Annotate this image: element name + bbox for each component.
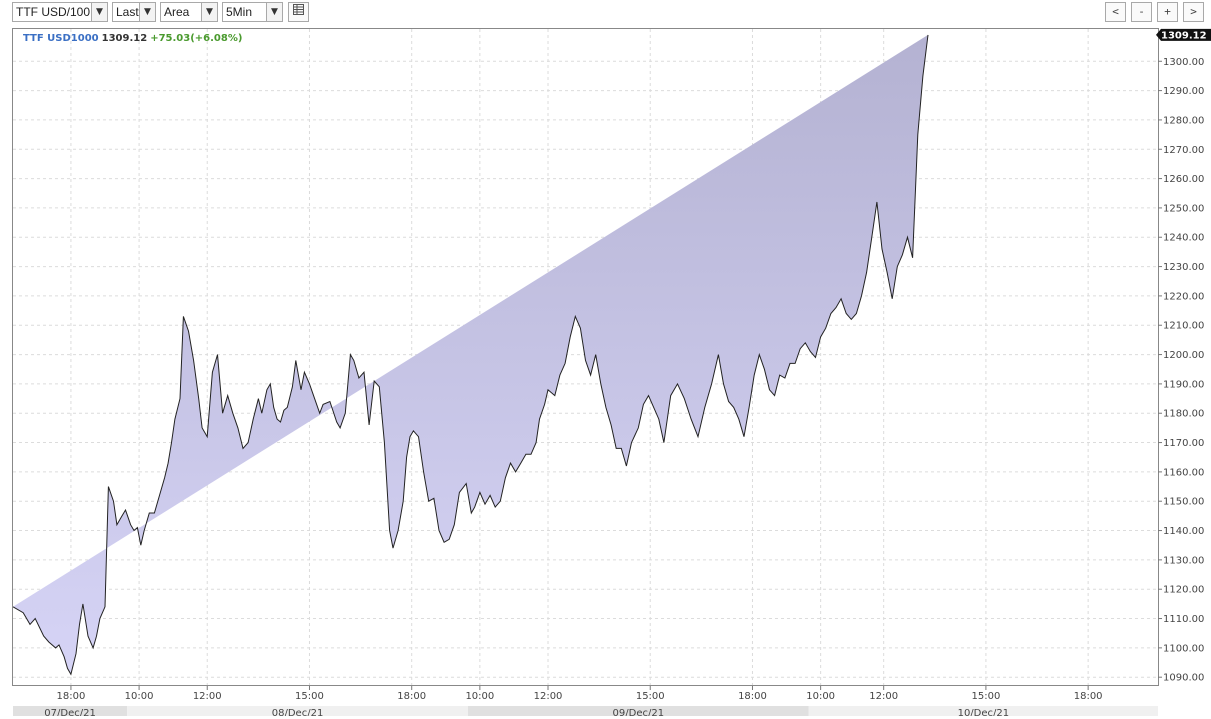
zoom-out-button[interactable]: -	[1131, 2, 1152, 22]
x-tick-label: 12:00	[869, 691, 898, 702]
y-tick-label: 1220.00	[1163, 291, 1204, 302]
date-label: 09/Dec/21	[613, 708, 665, 716]
y-tick-label: 1210.00	[1163, 321, 1204, 332]
y-tick-label: 1130.00	[1163, 555, 1204, 566]
zoom-in-button[interactable]: +	[1157, 2, 1178, 22]
x-tick-label: 10:00	[465, 691, 494, 702]
y-tick-label: 1100.00	[1163, 643, 1204, 654]
chevron-down-icon[interactable]: ▼	[139, 3, 155, 21]
x-tick-label: 18:00	[397, 691, 426, 702]
x-tick-label: 12:00	[193, 691, 222, 702]
price-field-value: Last	[116, 5, 139, 19]
y-tick-label: 1270.00	[1163, 145, 1204, 156]
legend-change: +75.03(+6.08%)	[150, 33, 243, 44]
y-tick-label: 1230.00	[1163, 262, 1204, 273]
x-tick-label: 15:00	[636, 691, 665, 702]
date-label: 07/Dec/21	[44, 708, 96, 716]
price-area	[13, 34, 928, 675]
y-tick-label: 1160.00	[1163, 467, 1204, 478]
scroll-right-button[interactable]: >	[1183, 2, 1204, 22]
x-tick-label: 18:00	[738, 691, 767, 702]
y-tick-label: 1180.00	[1163, 409, 1204, 420]
symbol-select-value: TTF USD/100	[16, 5, 91, 19]
interval-value: 5Min	[226, 5, 253, 19]
chart-area[interactable]: 1090.00 1100.00 1110.00 1120.00 1130.00 1140.…	[0, 28, 1211, 719]
y-tick-label: 1110.00	[1163, 614, 1204, 625]
y-tick-label: 1250.00	[1163, 203, 1204, 214]
y-tick-label: 1140.00	[1163, 526, 1204, 537]
legend-last-price: 1309.12	[101, 33, 148, 44]
chart-style-value: Area	[164, 5, 190, 19]
y-tick-label: 1280.00	[1163, 115, 1204, 126]
y-tick-label: 1300.00	[1163, 57, 1204, 68]
y-tick-label: 1260.00	[1163, 174, 1204, 185]
chart-legend: TTF USD1000 1309.12 +75.03(+6.08%)	[23, 33, 242, 44]
x-tick-label: 10:00	[806, 691, 835, 702]
last-price-label: 1309.12	[1161, 30, 1207, 41]
date-label: 10/Dec/21	[958, 708, 1010, 716]
interval-select[interactable]: 5Min ▼	[222, 2, 283, 22]
table-icon	[293, 4, 304, 15]
date-axis: 07/Dec/21 08/Dec/21 09/Dec/21 10/Dec/21	[13, 706, 1158, 719]
y-tick-label: 1120.00	[1163, 585, 1204, 596]
scroll-left-button[interactable]: <	[1105, 2, 1126, 22]
y-tick-label: 1190.00	[1163, 379, 1204, 390]
chart-style-select[interactable]: Area ▼	[160, 2, 218, 22]
table-view-button[interactable]	[288, 2, 309, 22]
price-chart[interactable]: 1090.00 1100.00 1110.00 1120.00 1130.00 1140.…	[0, 28, 1211, 719]
date-label: 08/Dec/21	[272, 708, 324, 716]
x-tick-label: 10:00	[125, 691, 154, 702]
last-price-marker: 1309.12	[1156, 28, 1211, 41]
chevron-down-icon[interactable]: ▼	[201, 3, 217, 21]
chevron-down-icon[interactable]: ▼	[266, 3, 282, 21]
x-axis: 18:00 10:00 12:00 15:00 18:00 10:00 12:00 15:00…	[57, 686, 1103, 702]
y-axis: 1090.00 1100.00 1110.00 1120.00 1130.00 1140.…	[1158, 57, 1204, 684]
x-tick-label: 18:00	[57, 691, 86, 702]
legend-symbol: TTF USD1000	[23, 33, 99, 44]
y-tick-label: 1150.00	[1163, 497, 1204, 508]
x-tick-label: 15:00	[295, 691, 324, 702]
y-tick-label: 1090.00	[1163, 673, 1204, 684]
y-tick-label: 1290.00	[1163, 86, 1204, 97]
chevron-down-icon[interactable]: ▼	[91, 3, 107, 21]
x-tick-label: 12:00	[534, 691, 563, 702]
y-tick-label: 1200.00	[1163, 350, 1204, 361]
x-tick-label: 18:00	[1074, 691, 1103, 702]
y-tick-label: 1170.00	[1163, 438, 1204, 449]
toolbar: TTF USD/100 ▼ Last ▼ Area ▼ 5Min ▼ < - +…	[0, 0, 1211, 28]
y-tick-label: 1240.00	[1163, 233, 1204, 244]
price-field-select[interactable]: Last ▼	[112, 2, 156, 22]
symbol-select[interactable]: TTF USD/100 ▼	[12, 2, 108, 22]
x-tick-label: 15:00	[971, 691, 1000, 702]
